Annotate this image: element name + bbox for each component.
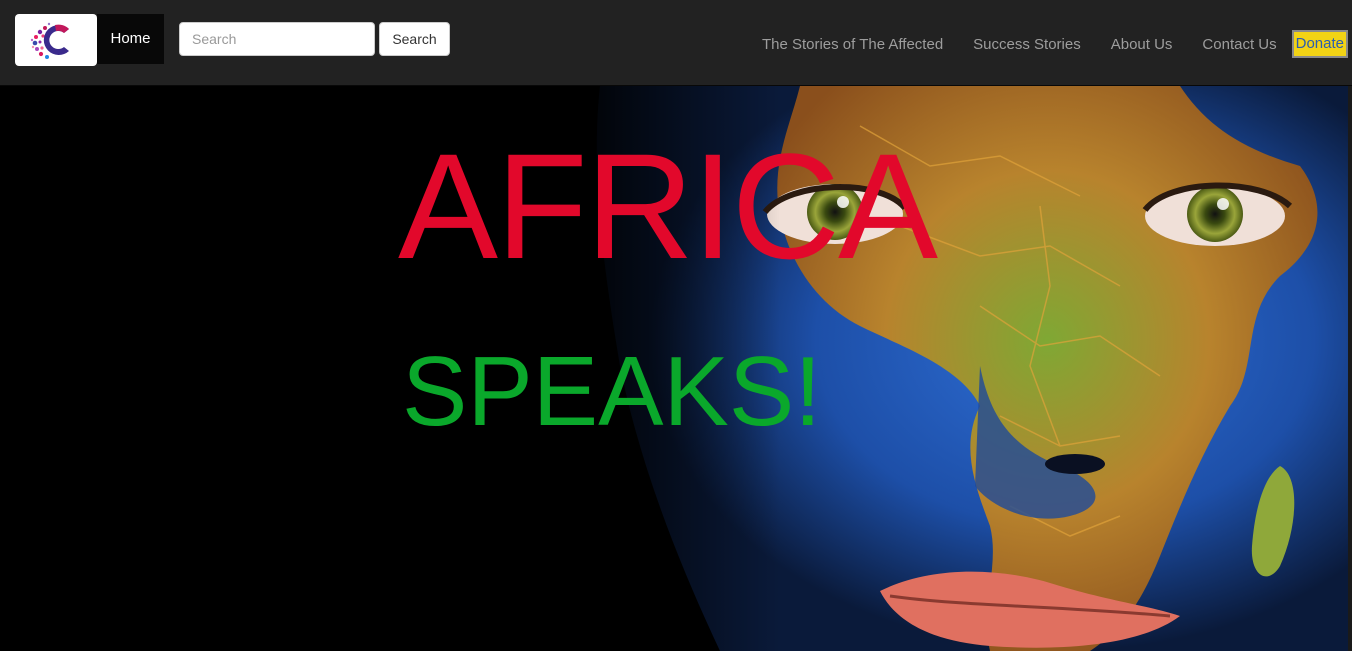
donate-button[interactable]: Donate	[1291, 30, 1348, 58]
nav-links: The Stories of The Affected Success Stor…	[762, 30, 1348, 58]
nav-contact-us[interactable]: Contact Us	[1202, 36, 1276, 53]
logo[interactable]	[15, 14, 97, 66]
nav-about-us[interactable]: About Us	[1111, 36, 1173, 53]
page-scrollbar[interactable]	[1348, 86, 1352, 651]
hero-banner: AFRICA SPEAKS!	[0, 86, 1352, 651]
nav-success-stories[interactable]: Success Stories	[973, 36, 1081, 53]
nav-home[interactable]: Home	[97, 14, 164, 64]
hero-title-speaks: SPEAKS!	[402, 336, 822, 446]
search-input[interactable]	[179, 22, 375, 56]
search-button[interactable]: Search	[379, 22, 450, 56]
top-navbar: Home Search The Stories of The Affected …	[0, 0, 1352, 86]
hero-title-africa: AFRICA	[398, 122, 938, 290]
letter-c-logo-icon	[30, 22, 69, 59]
nav-stories-affected[interactable]: The Stories of The Affected	[762, 36, 943, 53]
